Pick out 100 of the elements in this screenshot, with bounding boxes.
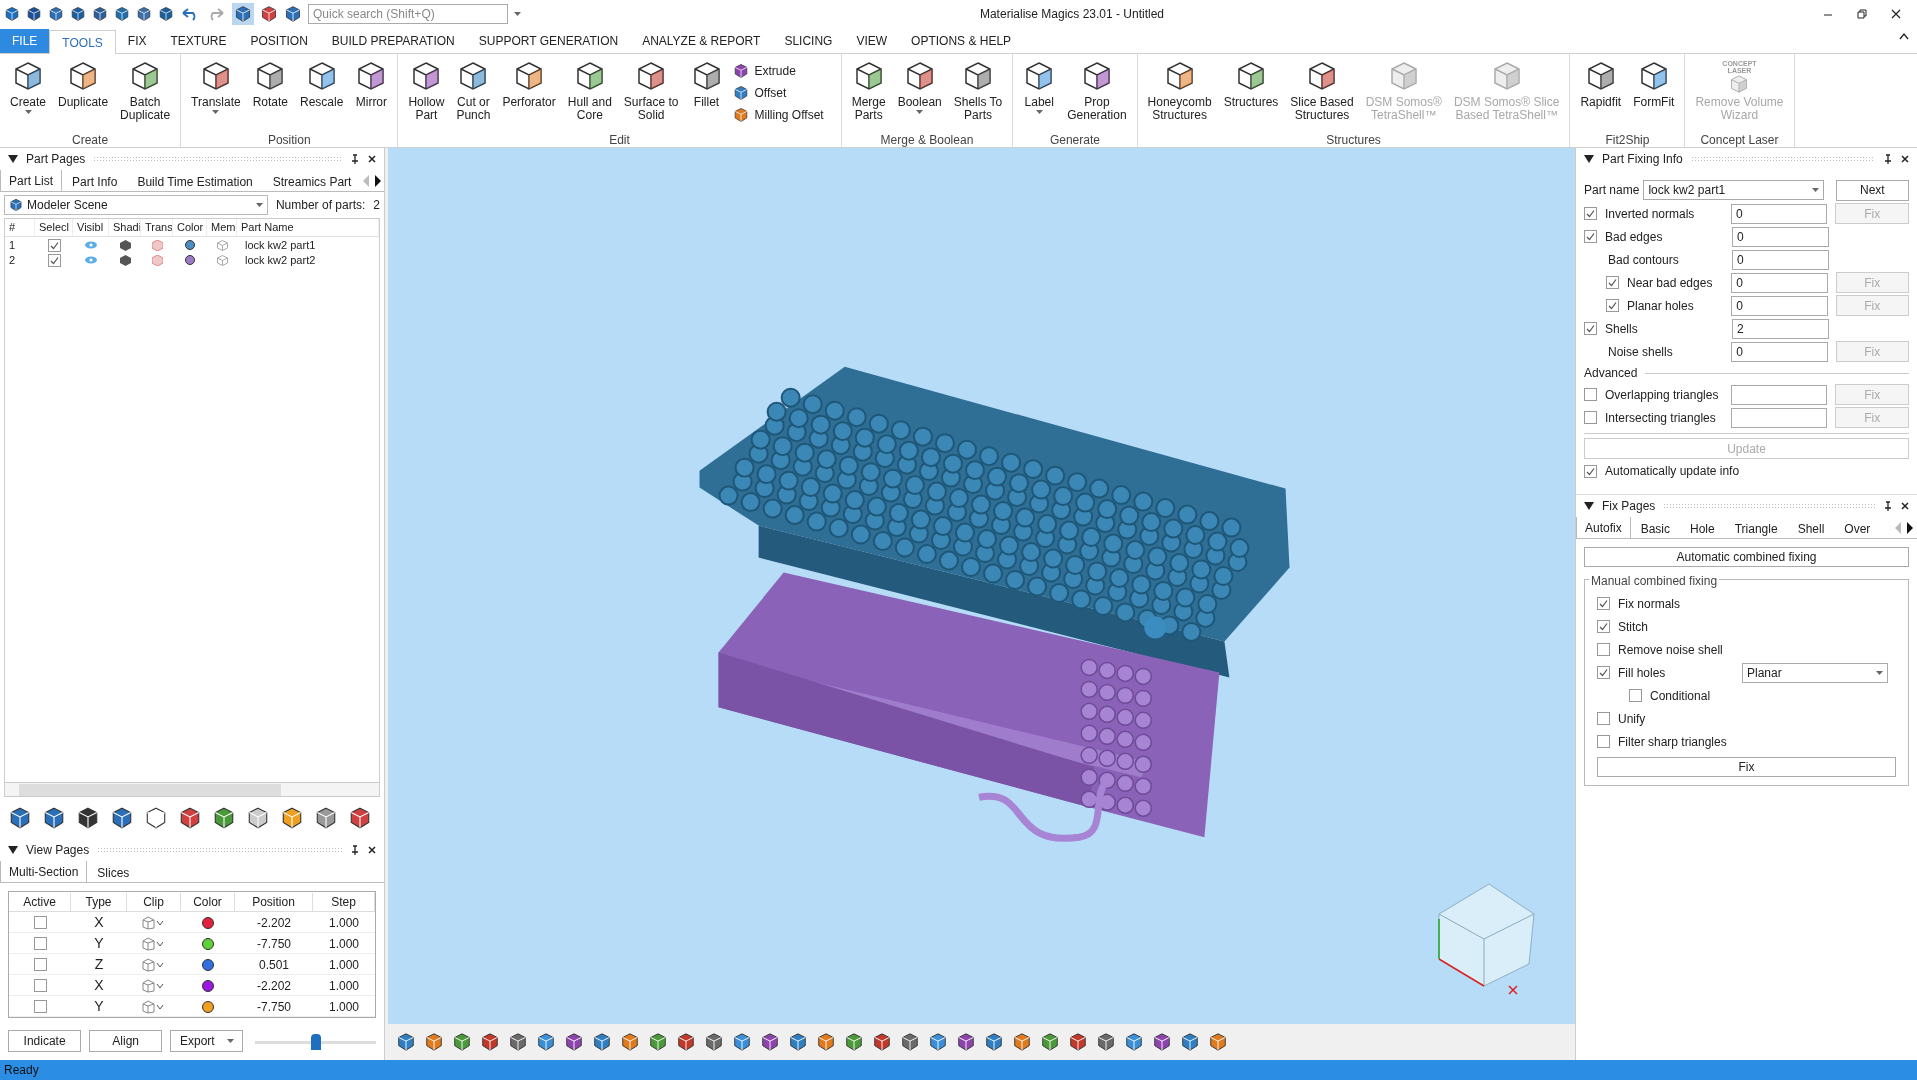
panel-tab[interactable]: Hole xyxy=(1680,519,1725,538)
pin-icon[interactable] xyxy=(1883,154,1893,164)
column-header[interactable]: Part Name xyxy=(237,219,379,236)
ribbon-button[interactable]: Hull and Core xyxy=(561,58,618,127)
panel-tab[interactable]: Multi-Section xyxy=(0,861,88,882)
view-tool-icon[interactable] xyxy=(592,1032,612,1052)
view-tool-icon[interactable] xyxy=(1096,1032,1116,1052)
shaded-cube-icon[interactable] xyxy=(119,239,131,251)
view-tool-icon[interactable] xyxy=(480,1032,500,1052)
ribbon-button[interactable]: Merge Parts xyxy=(845,58,892,127)
panel-tab[interactable]: Over xyxy=(1834,519,1881,538)
ribbon-button[interactable]: Offset xyxy=(732,82,837,104)
transparency-icon[interactable] xyxy=(151,239,163,251)
ribbon-tab[interactable]: VIEW xyxy=(844,29,900,53)
pin-icon[interactable] xyxy=(1883,501,1893,511)
close-icon[interactable] xyxy=(1891,9,1901,19)
toolbar-icon[interactable] xyxy=(144,806,168,830)
checkbox[interactable] xyxy=(1584,388,1597,401)
value-field[interactable]: 0 xyxy=(1732,249,1829,270)
panel-tab[interactable]: Shell xyxy=(1787,519,1835,538)
axis-select[interactable]: Y xyxy=(71,933,127,954)
ribbon-tab[interactable]: OPTIONS & HELP xyxy=(899,29,1024,53)
checkbox[interactable] xyxy=(1597,597,1610,610)
clip-icon[interactable] xyxy=(142,999,166,1014)
ribbon-button[interactable]: Label xyxy=(1017,58,1062,114)
close-icon[interactable] xyxy=(368,155,376,163)
3d-viewport[interactable] xyxy=(388,148,1575,1024)
view-tool-icon[interactable] xyxy=(844,1032,864,1052)
position-value[interactable]: -2.202 xyxy=(235,913,313,932)
position-value[interactable]: 0.501 xyxy=(235,955,313,974)
clip-icon[interactable] xyxy=(142,936,166,951)
toolbar-icon[interactable] xyxy=(348,806,372,830)
position-value[interactable]: -2.202 xyxy=(235,976,313,995)
view-tool-icon[interactable] xyxy=(872,1032,892,1052)
view-tool-icon[interactable] xyxy=(508,1032,528,1052)
checkbox[interactable] xyxy=(1584,322,1597,335)
ribbon-button[interactable]: Prop Generation xyxy=(1061,58,1133,127)
view-tool-icon[interactable] xyxy=(564,1032,584,1052)
toolbar-icon[interactable] xyxy=(48,6,64,22)
view-tool-icon[interactable] xyxy=(424,1032,444,1052)
panel-tab[interactable]: Basic xyxy=(1630,519,1681,538)
column-header[interactable]: Color xyxy=(181,892,235,911)
close-icon[interactable] xyxy=(1901,155,1909,163)
panel-tab[interactable]: Build Time Estimation xyxy=(127,172,263,191)
fix-button[interactable]: Fix xyxy=(1597,757,1896,777)
position-value[interactable]: -7.750 xyxy=(235,997,313,1016)
tool-icon[interactable] xyxy=(732,85,749,101)
checkbox[interactable] xyxy=(33,916,47,929)
view-tool-icon[interactable] xyxy=(984,1032,1004,1052)
view-tool-icon[interactable] xyxy=(396,1032,416,1052)
ribbon-tab[interactable]: FILE xyxy=(0,29,50,53)
view-tool-icon[interactable] xyxy=(1012,1032,1032,1052)
ribbon-button[interactable]: Perforator xyxy=(496,58,562,114)
pin-icon[interactable] xyxy=(350,845,360,855)
column-header[interactable]: Clip xyxy=(127,892,181,911)
value-field[interactable]: 2 xyxy=(1732,318,1829,339)
panel-tab[interactable]: Triangle xyxy=(1724,519,1788,538)
step-value[interactable]: 1.000 xyxy=(313,934,375,953)
column-header[interactable]: Trans xyxy=(141,219,173,236)
column-header[interactable]: Position xyxy=(235,892,313,911)
ribbon-button[interactable]: Honeycomb Structures xyxy=(1141,58,1218,127)
ribbon-button[interactable]: Mirror xyxy=(349,58,394,114)
column-header[interactable]: Shadi xyxy=(109,219,141,236)
panel-tab[interactable]: Streamics Part xyxy=(262,172,362,191)
action-button[interactable]: Export xyxy=(170,1030,244,1052)
ribbon-button[interactable]: Hollow Part xyxy=(402,58,451,127)
checkbox[interactable] xyxy=(1584,230,1597,243)
view-tool-icon[interactable] xyxy=(1068,1032,1088,1052)
action-button[interactable]: Indicate xyxy=(8,1030,82,1052)
toolbar-icon[interactable] xyxy=(114,6,130,22)
column-header[interactable]: Mem xyxy=(207,219,237,236)
collapse-icon[interactable] xyxy=(8,846,18,854)
clip-icon[interactable] xyxy=(142,957,166,972)
column-header[interactable]: Active xyxy=(9,892,71,911)
slider-thumb[interactable] xyxy=(310,1034,321,1050)
view-tool-icon[interactable] xyxy=(816,1032,836,1052)
step-value[interactable]: 1.000 xyxy=(313,997,375,1016)
ribbon-button[interactable]: Duplicate xyxy=(52,58,115,114)
ribbon-button[interactable]: Rapidfit xyxy=(1574,58,1628,114)
toolbar-icon[interactable] xyxy=(26,6,42,22)
checkbox[interactable] xyxy=(1597,666,1610,679)
collapse-icon[interactable] xyxy=(1584,155,1594,163)
ribbon-tab[interactable]: BUILD PREPARATION xyxy=(319,29,467,53)
view-tool-icon[interactable] xyxy=(1180,1032,1200,1052)
toolbar-icon[interactable] xyxy=(110,806,134,830)
view-tool-icon[interactable] xyxy=(928,1032,948,1052)
pin-icon[interactable] xyxy=(350,154,360,164)
toolbar-icon[interactable] xyxy=(158,6,174,22)
axis-select[interactable]: X xyxy=(71,912,127,933)
ribbon-tab[interactable]: TOOLS xyxy=(49,30,116,54)
checkbox[interactable] xyxy=(1597,620,1610,633)
value-field[interactable]: 0 xyxy=(1731,272,1828,293)
checkbox[interactable] xyxy=(47,253,61,267)
view-tool-icon[interactable] xyxy=(760,1032,780,1052)
view-tool-icon[interactable] xyxy=(788,1032,808,1052)
view-tool-icon[interactable] xyxy=(536,1032,556,1052)
auto-fix-button[interactable]: Automatic combined fixing xyxy=(1584,547,1909,567)
ribbon-button[interactable]: Create xyxy=(4,58,53,114)
value-field[interactable]: 0 xyxy=(1731,295,1828,316)
toolbar-icon[interactable] xyxy=(212,806,236,830)
